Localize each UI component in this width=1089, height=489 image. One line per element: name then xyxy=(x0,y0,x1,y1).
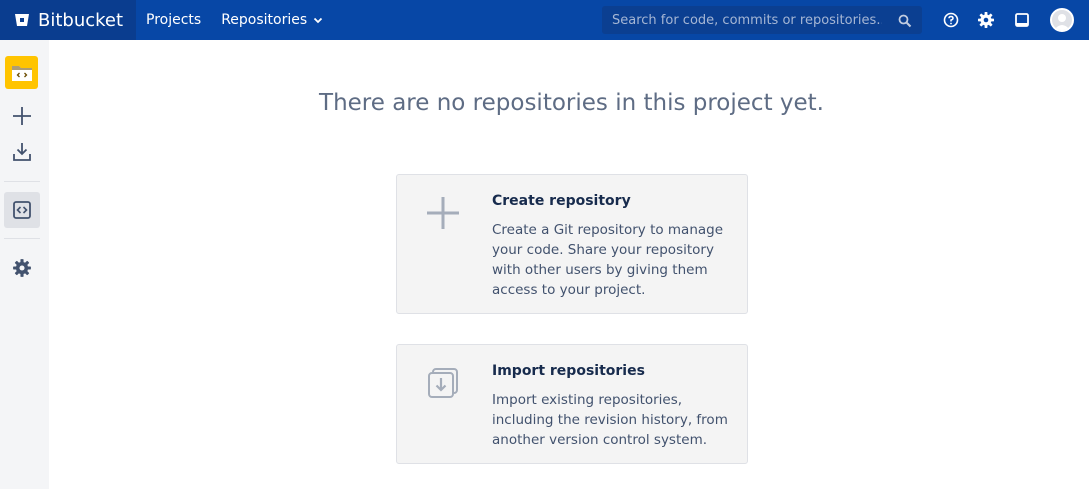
plus-icon xyxy=(13,107,31,125)
brand-logo[interactable]: Bitbucket xyxy=(0,0,136,40)
sidebar-divider xyxy=(4,181,40,182)
bitbucket-logo-icon xyxy=(15,14,29,26)
sidebar-import-button[interactable] xyxy=(4,134,40,170)
help-icon[interactable] xyxy=(941,10,961,30)
code-icon xyxy=(13,201,31,219)
main-content: There are no repositories in this projec… xyxy=(49,40,1089,489)
plus-icon xyxy=(425,195,461,231)
nav-repositories[interactable]: Repositories xyxy=(211,0,333,40)
import-repositories-title: Import repositories xyxy=(492,363,645,379)
sidebar-item-repositories[interactable] xyxy=(4,192,40,228)
search-box xyxy=(602,6,922,34)
search-icon[interactable] xyxy=(898,13,912,32)
create-repository-title: Create repository xyxy=(492,193,631,209)
nav-projects-label: Projects xyxy=(146,12,202,28)
sidebar-item-settings[interactable] xyxy=(4,250,40,286)
project-avatar[interactable] xyxy=(5,56,38,89)
import-stack-icon xyxy=(425,365,461,401)
empty-state-heading: There are no repositories in this projec… xyxy=(319,90,824,116)
nav-repositories-label: Repositories xyxy=(221,12,308,28)
create-repository-description: Create a Git repository to manage your c… xyxy=(492,222,724,298)
user-avatar-icon[interactable] xyxy=(1050,8,1074,32)
create-repository-card[interactable]: Create repository Create a Git repositor… xyxy=(396,174,748,314)
square-icon[interactable] xyxy=(1012,10,1032,30)
gear-icon xyxy=(13,259,31,277)
chevron-down-icon xyxy=(313,15,323,25)
brand-name: Bitbucket xyxy=(38,9,124,31)
sidebar-divider xyxy=(4,238,40,239)
search-input[interactable] xyxy=(602,12,882,28)
folder-code-icon xyxy=(11,65,32,81)
download-icon xyxy=(13,143,31,161)
nav-projects[interactable]: Projects xyxy=(136,0,211,40)
sidebar-create-button[interactable] xyxy=(4,98,40,134)
project-sidebar xyxy=(0,40,49,489)
gear-icon[interactable] xyxy=(976,10,996,30)
import-repositories-description: Import existing repositories, including … xyxy=(492,392,728,448)
top-navigation: Bitbucket Projects Repositories xyxy=(0,0,1089,40)
import-repositories-card[interactable]: Import repositories Import existing repo… xyxy=(396,344,748,464)
